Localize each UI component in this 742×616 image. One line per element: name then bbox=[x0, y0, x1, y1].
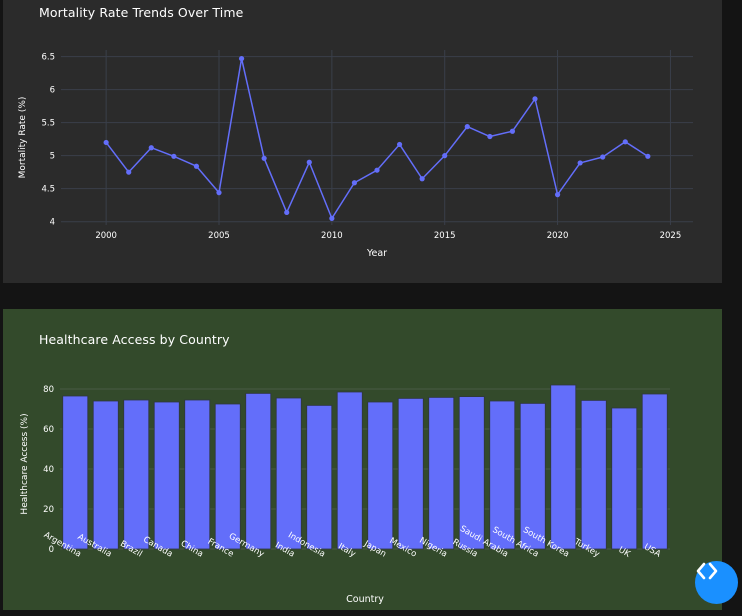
bar bbox=[397, 398, 424, 550]
healthcare-bar-chart: 020406080ArgentinaAustralia BrazilCanada C… bbox=[20, 384, 670, 605]
bar bbox=[62, 395, 89, 550]
mortality-line-chart: 2000 2005 2010 2015 2020 2025 4 4.5 5 5.5 6 6.5 Year… bbox=[18, 50, 693, 259]
data-point bbox=[622, 139, 628, 145]
data-point bbox=[577, 160, 583, 166]
data-point bbox=[238, 55, 245, 62]
bar bbox=[214, 403, 241, 550]
y-tick-label: 0 bbox=[49, 545, 54, 555]
x-tick-label: 2010 bbox=[321, 231, 343, 241]
data-point bbox=[103, 139, 109, 146]
x-tick-label: 2025 bbox=[660, 231, 682, 241]
data-point bbox=[374, 167, 380, 173]
y-tick-label: 4 bbox=[50, 218, 55, 228]
bar bbox=[367, 401, 394, 550]
y-axis-title: Mortality Rate (%) bbox=[18, 97, 28, 179]
bar bbox=[580, 400, 607, 550]
data-point bbox=[306, 159, 312, 165]
y-tick-label: 80 bbox=[43, 385, 54, 395]
y-axis-title: Healthcare Access (%) bbox=[20, 413, 30, 514]
data-point bbox=[532, 96, 538, 102]
data-point bbox=[284, 209, 290, 216]
data-point bbox=[645, 153, 651, 159]
y-tick-label: 20 bbox=[43, 505, 54, 515]
data-point bbox=[600, 154, 606, 160]
x-tick-label: 2020 bbox=[547, 231, 569, 241]
y-tick-label: 5.5 bbox=[41, 119, 55, 129]
bar bbox=[275, 397, 302, 550]
data-point bbox=[193, 163, 200, 169]
bar bbox=[153, 401, 180, 550]
y-tick-label: 5 bbox=[50, 152, 55, 162]
x-axis-title: Year bbox=[366, 248, 387, 259]
data-point bbox=[216, 190, 222, 196]
data-point bbox=[351, 180, 358, 186]
data-point bbox=[126, 169, 132, 175]
y-tick-label: 6 bbox=[50, 86, 55, 96]
data-point bbox=[261, 155, 267, 161]
data-point bbox=[487, 133, 493, 140]
data-point bbox=[464, 124, 470, 130]
x-tick-label: 2000 bbox=[95, 231, 117, 241]
bar bbox=[336, 391, 363, 550]
data-point bbox=[554, 192, 561, 198]
y-tick-label: 40 bbox=[43, 465, 54, 475]
data-point bbox=[509, 128, 516, 134]
bar bbox=[641, 393, 668, 550]
code-arrows-icon bbox=[696, 562, 718, 580]
bar bbox=[184, 399, 211, 550]
y-tick-label: 4.5 bbox=[41, 185, 55, 195]
data-point bbox=[329, 215, 335, 221]
bar bbox=[611, 407, 638, 550]
bar bbox=[123, 399, 150, 550]
bar bbox=[245, 393, 272, 550]
bar bbox=[306, 405, 333, 550]
y-tick-label: 60 bbox=[43, 425, 54, 435]
plot-area bbox=[61, 50, 693, 225]
data-point bbox=[419, 176, 425, 182]
bar bbox=[428, 397, 455, 550]
x-tick-label: 2005 bbox=[208, 231, 230, 241]
data-point bbox=[396, 141, 403, 148]
data-point bbox=[442, 153, 448, 159]
x-tick-label: 2015 bbox=[434, 231, 456, 241]
data-point bbox=[148, 145, 154, 151]
bar bbox=[92, 400, 119, 550]
healthcare-chart-panel: Healthcare Access by Country 0 20 40 60 80 Ar… bbox=[3, 309, 722, 610]
mortality-chart-panel: Mortality Rate Trends Over Time 2000 2005… bbox=[3, 0, 722, 283]
y-tick-label: 6.5 bbox=[41, 53, 55, 63]
x-axis-title: Country bbox=[346, 594, 384, 605]
data-point bbox=[171, 153, 177, 159]
bar bbox=[550, 384, 577, 550]
code-toggle-button[interactable] bbox=[695, 561, 738, 604]
